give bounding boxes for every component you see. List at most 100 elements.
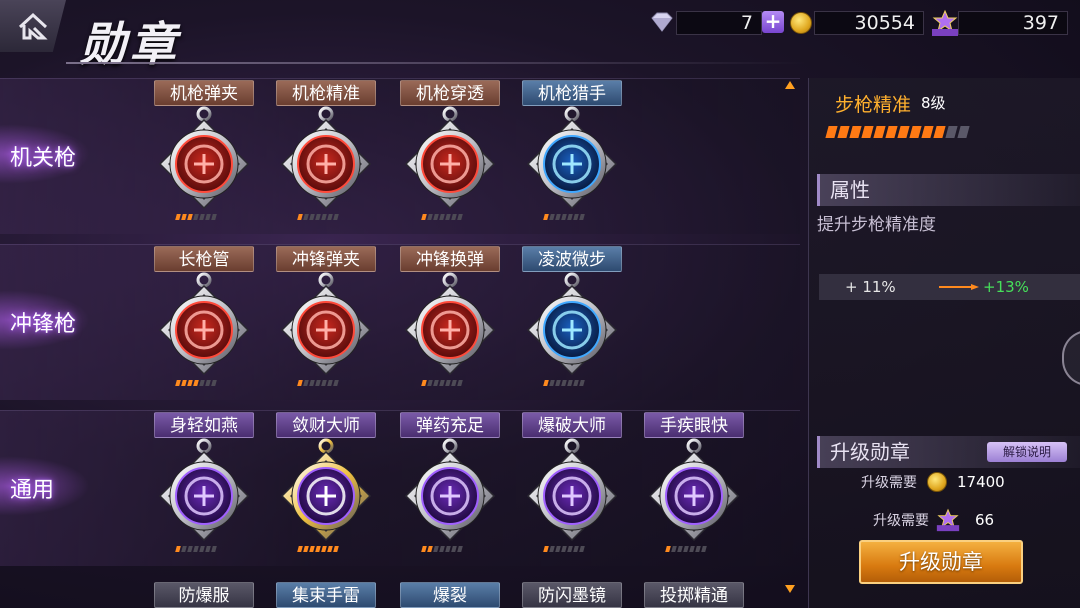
medal-name-tag[interactable]: 防闪墨镜: [522, 582, 622, 608]
level-segment: [825, 126, 838, 138]
medal-level-pips: [543, 546, 598, 554]
piercing-bullet-icon: [404, 106, 496, 210]
level-pip: [457, 546, 463, 552]
medal-name-tag[interactable]: 集束手雷: [276, 582, 376, 608]
home-back-icon: [18, 12, 48, 40]
level-pip: [543, 214, 549, 220]
level-segment: [921, 126, 934, 138]
medal-card[interactable]: 凌波微步: [518, 246, 630, 396]
level-pip: [451, 380, 457, 386]
top-bar: 勋章 7 + 30554 397: [0, 0, 1080, 78]
level-pip: [181, 546, 187, 552]
level-pip: [309, 546, 315, 552]
rpg-icon: [526, 438, 618, 542]
level-segment: [849, 126, 862, 138]
medal-card[interactable]: 弹药充足: [396, 412, 508, 562]
medal-card[interactable]: 爆破大师: [518, 412, 630, 562]
level-pip: [199, 380, 205, 386]
money-bag-icon: [280, 438, 372, 542]
medal-detail-panel: 步枪精准 8级 属性 提升步枪精准度 + 11% +13% 升级勋章 解锁说明 …: [808, 78, 1080, 608]
medal-card[interactable]: 手疾眼快: [640, 412, 752, 562]
level-pip: [457, 380, 463, 386]
medal-level-pips: [421, 546, 476, 554]
medal-level-pips: [421, 380, 476, 388]
medal-card[interactable]: 冲锋换弹: [396, 246, 508, 396]
level-pip: [297, 546, 303, 552]
level-pip: [695, 546, 701, 552]
medal-name-tag[interactable]: 爆裂: [400, 582, 500, 608]
scroll-up-icon[interactable]: [784, 80, 796, 90]
selected-medal-name: 步枪精准: [835, 94, 912, 116]
level-pip: [445, 546, 451, 552]
unlock-info-button[interactable]: 解锁说明: [987, 442, 1067, 462]
arrow-right-icon: [939, 284, 979, 290]
merit-counter: 397: [958, 10, 1068, 36]
attribute-current-value: + 11%: [845, 278, 896, 296]
reload-icon: [404, 272, 496, 376]
magazine-icon: [158, 106, 250, 210]
medal-card[interactable]: 机枪穿透: [396, 80, 508, 230]
level-pip: [671, 546, 677, 552]
level-pip: [193, 214, 199, 220]
level-segment: [885, 126, 898, 138]
upgrade-medal-button[interactable]: 升级勋章: [859, 540, 1023, 584]
category-label[interactable]: 冲锋枪: [10, 306, 76, 338]
level-pip: [327, 546, 333, 552]
back-button[interactable]: [0, 0, 66, 52]
level-progress-bar: [825, 126, 970, 138]
level-pip: [333, 214, 339, 220]
level-pip: [315, 380, 321, 386]
medal-card[interactable]: 身轻如燕: [150, 412, 262, 562]
medal-name-tag: 弹药充足: [400, 412, 500, 438]
medal-card[interactable]: 机枪精准: [272, 80, 384, 230]
coin-icon: [790, 12, 812, 34]
medal-card[interactable]: 敛财大师: [272, 412, 384, 562]
level-pip: [677, 546, 683, 552]
level-pip: [555, 214, 561, 220]
level-pip: [457, 214, 463, 220]
merit-badge-icon: [936, 508, 960, 532]
add-gem-button[interactable]: +: [762, 11, 784, 33]
level-pip: [211, 380, 217, 386]
magazine-icon: [280, 272, 372, 376]
level-pip: [187, 380, 193, 386]
level-pip: [321, 380, 327, 386]
level-pip: [573, 214, 579, 220]
level-pip: [439, 380, 445, 386]
level-pip: [187, 546, 193, 552]
medal-level-pips: [421, 214, 476, 222]
legs-icon: [526, 272, 618, 376]
machine-gun-icon: [526, 106, 618, 210]
medal-card[interactable]: 机枪弹夹: [150, 80, 262, 230]
medal-name-tag[interactable]: 投掷精通: [644, 582, 744, 608]
level-pip: [421, 214, 427, 220]
medal-name-tag[interactable]: 防爆服: [154, 582, 254, 608]
scroll-down-icon[interactable]: [784, 584, 796, 594]
medal-name-tag: 机枪弹夹: [154, 80, 254, 106]
medal-card[interactable]: 机枪猎手: [518, 80, 630, 230]
medal-level-pips: [297, 546, 352, 554]
level-pip: [211, 546, 217, 552]
medal-card[interactable]: 冲锋弹夹: [272, 246, 384, 396]
level-pip: [561, 546, 567, 552]
level-pip: [543, 380, 549, 386]
feather-icon: [158, 438, 250, 542]
level-pip: [451, 214, 457, 220]
medal-level-pips: [175, 214, 230, 222]
medal-card[interactable]: 长枪管: [150, 246, 262, 396]
category-label[interactable]: 机关枪: [10, 140, 76, 172]
level-pip: [555, 546, 561, 552]
level-pip: [445, 214, 451, 220]
level-segment: [861, 126, 874, 138]
level-pip: [433, 214, 439, 220]
medal-name-tag: 手疾眼快: [644, 412, 744, 438]
level-pip: [439, 546, 445, 552]
level-pip: [543, 546, 549, 552]
medal-level-pips: [665, 546, 720, 554]
coin-value: 30554: [814, 11, 924, 35]
diamond-icon: [651, 12, 673, 32]
coin-requirement-label: 升级需要: [861, 475, 917, 491]
level-segment: [933, 126, 946, 138]
category-label[interactable]: 通用: [10, 472, 54, 504]
level-pip: [309, 214, 315, 220]
